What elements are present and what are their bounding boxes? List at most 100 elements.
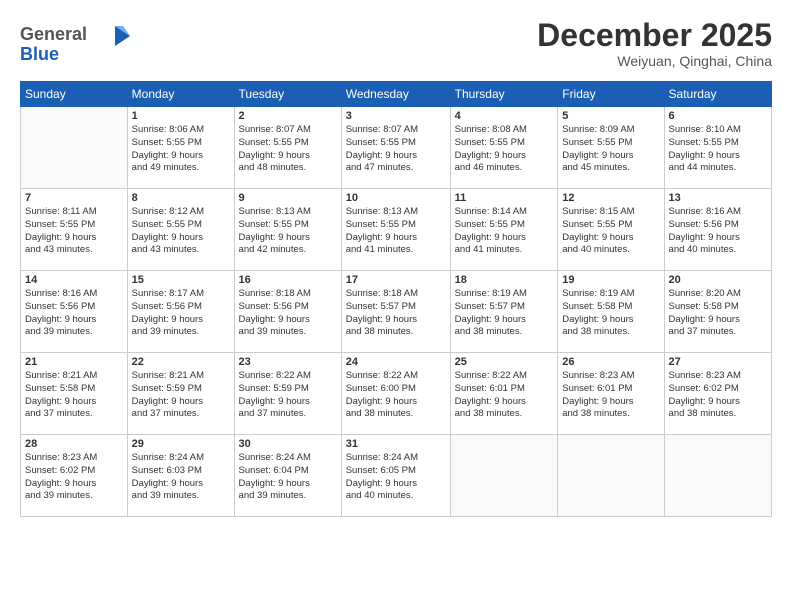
day-number: 30: [239, 438, 337, 450]
calendar-cell: 21 Sunrise: 8:21 AM Sunset: 5:58 PM Dayl…: [21, 353, 128, 435]
calendar-cell: 17 Sunrise: 8:18 AM Sunset: 5:57 PM Dayl…: [341, 271, 450, 353]
day-number: 26: [562, 356, 659, 368]
calendar-week-row: 1 Sunrise: 8:06 AM Sunset: 5:55 PM Dayli…: [21, 107, 772, 189]
day-number: 29: [132, 438, 230, 450]
day-number: 19: [562, 274, 659, 286]
day-number: 20: [669, 274, 767, 286]
day-number: 6: [669, 110, 767, 122]
calendar-cell: 25 Sunrise: 8:22 AM Sunset: 6:01 PM Dayl…: [450, 353, 558, 435]
day-info: Sunrise: 8:11 AM Sunset: 5:55 PM Dayligh…: [25, 206, 123, 257]
day-info: Sunrise: 8:24 AM Sunset: 6:04 PM Dayligh…: [239, 452, 337, 503]
calendar-header: SundayMondayTuesdayWednesdayThursdayFrid…: [21, 82, 772, 107]
day-number: 11: [455, 192, 554, 204]
calendar-cell: 20 Sunrise: 8:20 AM Sunset: 5:58 PM Dayl…: [664, 271, 771, 353]
calendar-table: SundayMondayTuesdayWednesdayThursdayFrid…: [20, 81, 772, 517]
calendar-cell: 26 Sunrise: 8:23 AM Sunset: 6:01 PM Dayl…: [558, 353, 664, 435]
day-info: Sunrise: 8:20 AM Sunset: 5:58 PM Dayligh…: [669, 288, 767, 339]
day-info: Sunrise: 8:21 AM Sunset: 5:59 PM Dayligh…: [132, 370, 230, 421]
day-info: Sunrise: 8:12 AM Sunset: 5:55 PM Dayligh…: [132, 206, 230, 257]
day-number: 25: [455, 356, 554, 368]
day-info: Sunrise: 8:16 AM Sunset: 5:56 PM Dayligh…: [669, 206, 767, 257]
calendar-cell: 14 Sunrise: 8:16 AM Sunset: 5:56 PM Dayl…: [21, 271, 128, 353]
weekday-header: Thursday: [450, 82, 558, 107]
calendar-cell: 30 Sunrise: 8:24 AM Sunset: 6:04 PM Dayl…: [234, 435, 341, 517]
day-info: Sunrise: 8:22 AM Sunset: 5:59 PM Dayligh…: [239, 370, 337, 421]
day-number: 27: [669, 356, 767, 368]
calendar-week-row: 14 Sunrise: 8:16 AM Sunset: 5:56 PM Dayl…: [21, 271, 772, 353]
calendar-cell: 31 Sunrise: 8:24 AM Sunset: 6:05 PM Dayl…: [341, 435, 450, 517]
day-info: Sunrise: 8:15 AM Sunset: 5:55 PM Dayligh…: [562, 206, 659, 257]
calendar-cell: 4 Sunrise: 8:08 AM Sunset: 5:55 PM Dayli…: [450, 107, 558, 189]
day-info: Sunrise: 8:14 AM Sunset: 5:55 PM Dayligh…: [455, 206, 554, 257]
day-info: Sunrise: 8:22 AM Sunset: 6:00 PM Dayligh…: [346, 370, 446, 421]
title-block: December 2025 Weiyuan, Qinghai, China: [537, 18, 772, 69]
day-number: 2: [239, 110, 337, 122]
day-info: Sunrise: 8:10 AM Sunset: 5:55 PM Dayligh…: [669, 124, 767, 175]
weekday-header: Friday: [558, 82, 664, 107]
day-number: 8: [132, 192, 230, 204]
calendar-cell: 28 Sunrise: 8:23 AM Sunset: 6:02 PM Dayl…: [21, 435, 128, 517]
logo-icon: General Blue: [20, 18, 130, 66]
calendar-cell: 13 Sunrise: 8:16 AM Sunset: 5:56 PM Dayl…: [664, 189, 771, 271]
day-number: 3: [346, 110, 446, 122]
calendar-cell: 9 Sunrise: 8:13 AM Sunset: 5:55 PM Dayli…: [234, 189, 341, 271]
calendar-cell: 8 Sunrise: 8:12 AM Sunset: 5:55 PM Dayli…: [127, 189, 234, 271]
day-info: Sunrise: 8:09 AM Sunset: 5:55 PM Dayligh…: [562, 124, 659, 175]
day-info: Sunrise: 8:22 AM Sunset: 6:01 PM Dayligh…: [455, 370, 554, 421]
weekday-header: Saturday: [664, 82, 771, 107]
day-number: 15: [132, 274, 230, 286]
calendar-cell: 2 Sunrise: 8:07 AM Sunset: 5:55 PM Dayli…: [234, 107, 341, 189]
calendar-cell: 5 Sunrise: 8:09 AM Sunset: 5:55 PM Dayli…: [558, 107, 664, 189]
calendar-cell: 29 Sunrise: 8:24 AM Sunset: 6:03 PM Dayl…: [127, 435, 234, 517]
day-number: 1: [132, 110, 230, 122]
day-info: Sunrise: 8:24 AM Sunset: 6:03 PM Dayligh…: [132, 452, 230, 503]
calendar-cell: 6 Sunrise: 8:10 AM Sunset: 5:55 PM Dayli…: [664, 107, 771, 189]
day-info: Sunrise: 8:21 AM Sunset: 5:58 PM Dayligh…: [25, 370, 123, 421]
weekday-header: Monday: [127, 82, 234, 107]
day-info: Sunrise: 8:24 AM Sunset: 6:05 PM Dayligh…: [346, 452, 446, 503]
weekday-header: Tuesday: [234, 82, 341, 107]
day-info: Sunrise: 8:16 AM Sunset: 5:56 PM Dayligh…: [25, 288, 123, 339]
day-info: Sunrise: 8:23 AM Sunset: 6:02 PM Dayligh…: [669, 370, 767, 421]
calendar-cell: 19 Sunrise: 8:19 AM Sunset: 5:58 PM Dayl…: [558, 271, 664, 353]
weekday-header: Sunday: [21, 82, 128, 107]
weekday-header: Wednesday: [341, 82, 450, 107]
day-info: Sunrise: 8:19 AM Sunset: 5:58 PM Dayligh…: [562, 288, 659, 339]
calendar-cell: [558, 435, 664, 517]
calendar-cell: 27 Sunrise: 8:23 AM Sunset: 6:02 PM Dayl…: [664, 353, 771, 435]
day-info: Sunrise: 8:08 AM Sunset: 5:55 PM Dayligh…: [455, 124, 554, 175]
calendar-cell: 7 Sunrise: 8:11 AM Sunset: 5:55 PM Dayli…: [21, 189, 128, 271]
day-info: Sunrise: 8:18 AM Sunset: 5:56 PM Dayligh…: [239, 288, 337, 339]
day-number: 5: [562, 110, 659, 122]
calendar-cell: [450, 435, 558, 517]
calendar-week-row: 21 Sunrise: 8:21 AM Sunset: 5:58 PM Dayl…: [21, 353, 772, 435]
svg-text:General: General: [20, 24, 87, 44]
day-number: 24: [346, 356, 446, 368]
calendar-cell: 22 Sunrise: 8:21 AM Sunset: 5:59 PM Dayl…: [127, 353, 234, 435]
day-number: 13: [669, 192, 767, 204]
calendar-cell: 3 Sunrise: 8:07 AM Sunset: 5:55 PM Dayli…: [341, 107, 450, 189]
day-number: 21: [25, 356, 123, 368]
day-info: Sunrise: 8:06 AM Sunset: 5:55 PM Dayligh…: [132, 124, 230, 175]
day-number: 10: [346, 192, 446, 204]
day-info: Sunrise: 8:17 AM Sunset: 5:56 PM Dayligh…: [132, 288, 230, 339]
header: General Blue December 2025 Weiyuan, Qing…: [20, 18, 772, 71]
day-info: Sunrise: 8:19 AM Sunset: 5:57 PM Dayligh…: [455, 288, 554, 339]
day-number: 12: [562, 192, 659, 204]
calendar-cell: 12 Sunrise: 8:15 AM Sunset: 5:55 PM Dayl…: [558, 189, 664, 271]
calendar-cell: 1 Sunrise: 8:06 AM Sunset: 5:55 PM Dayli…: [127, 107, 234, 189]
day-info: Sunrise: 8:13 AM Sunset: 5:55 PM Dayligh…: [239, 206, 337, 257]
day-info: Sunrise: 8:13 AM Sunset: 5:55 PM Dayligh…: [346, 206, 446, 257]
page: General Blue December 2025 Weiyuan, Qing…: [0, 0, 792, 612]
calendar-week-row: 7 Sunrise: 8:11 AM Sunset: 5:55 PM Dayli…: [21, 189, 772, 271]
calendar-cell: 24 Sunrise: 8:22 AM Sunset: 6:00 PM Dayl…: [341, 353, 450, 435]
day-number: 18: [455, 274, 554, 286]
day-number: 17: [346, 274, 446, 286]
calendar-cell: 11 Sunrise: 8:14 AM Sunset: 5:55 PM Dayl…: [450, 189, 558, 271]
calendar-cell: 23 Sunrise: 8:22 AM Sunset: 5:59 PM Dayl…: [234, 353, 341, 435]
month-title: December 2025: [537, 18, 772, 53]
day-number: 16: [239, 274, 337, 286]
day-number: 9: [239, 192, 337, 204]
day-info: Sunrise: 8:07 AM Sunset: 5:55 PM Dayligh…: [239, 124, 337, 175]
calendar-cell: 10 Sunrise: 8:13 AM Sunset: 5:55 PM Dayl…: [341, 189, 450, 271]
